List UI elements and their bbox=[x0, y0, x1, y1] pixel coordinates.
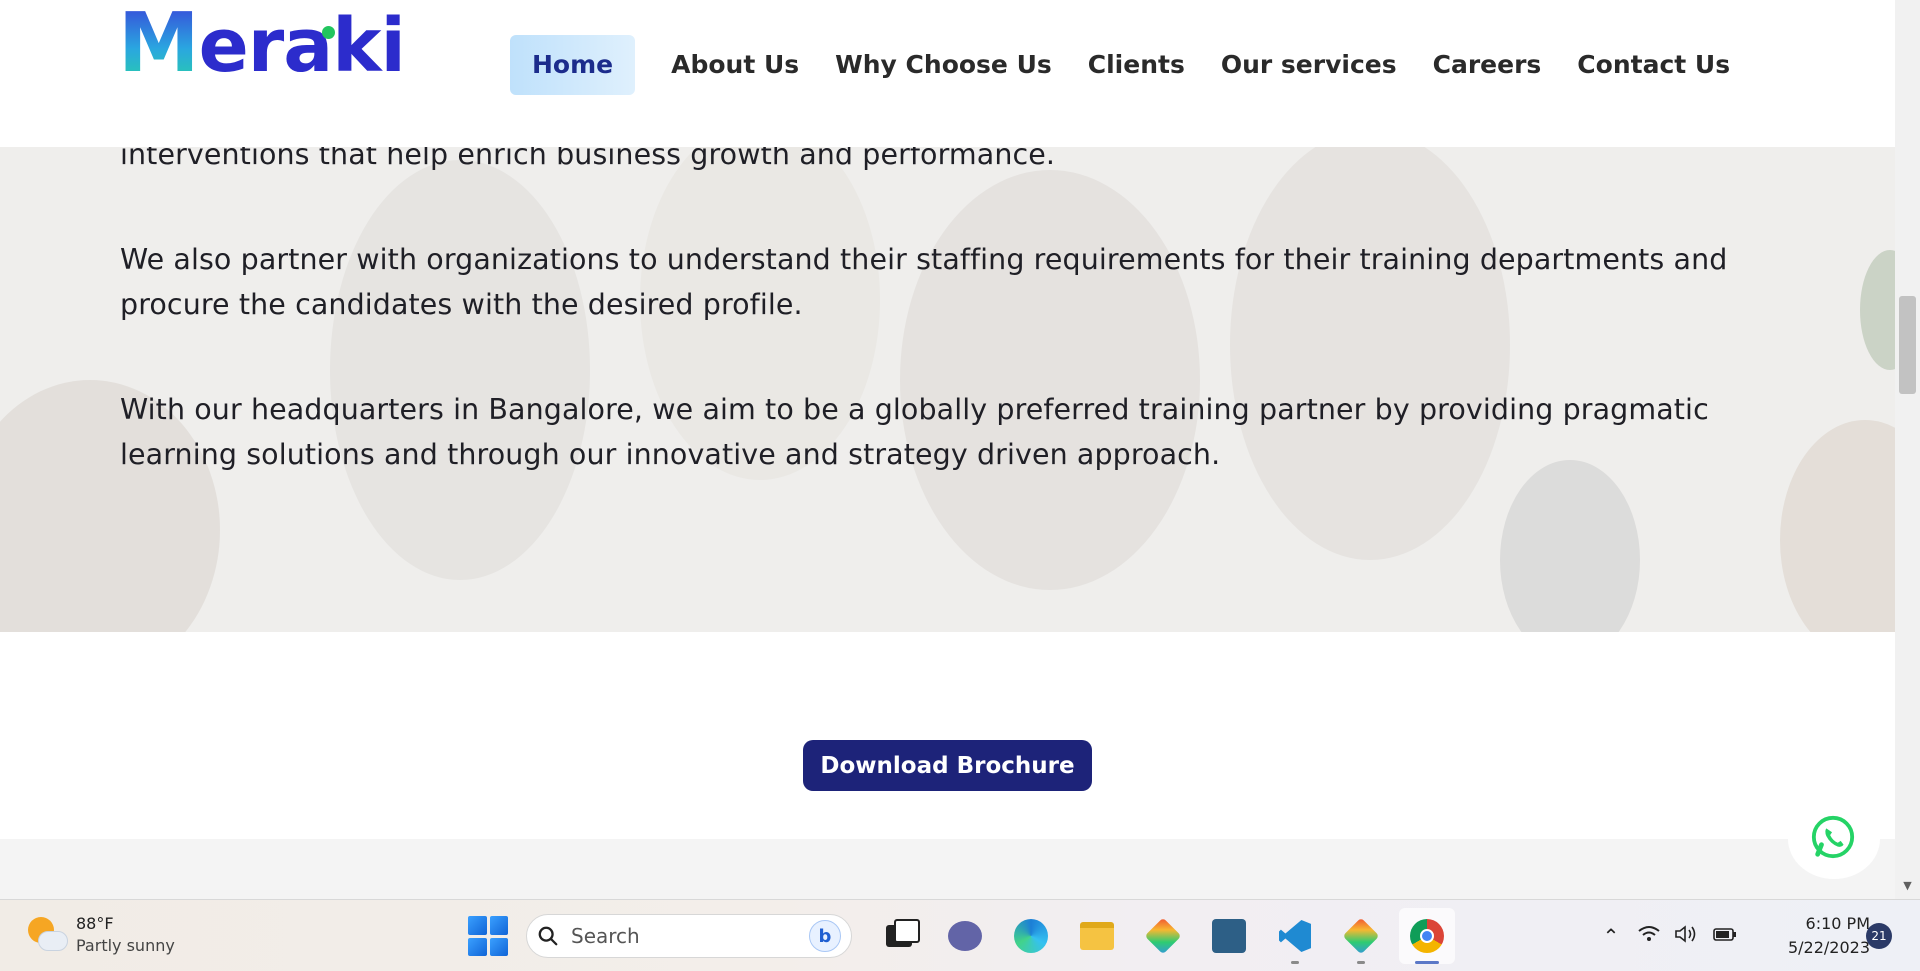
file-explorer-icon[interactable] bbox=[1069, 908, 1125, 964]
mysql-icon[interactable] bbox=[1201, 908, 1257, 964]
clock-date: 5/22/2023 bbox=[1787, 938, 1870, 957]
nav-clients[interactable]: Clients bbox=[1070, 35, 1203, 95]
search-placeholder: Search bbox=[571, 924, 640, 948]
volume-icon[interactable] bbox=[1668, 924, 1706, 949]
about-paragraph-2: We also partner with organizations to un… bbox=[120, 243, 1728, 321]
edge-icon[interactable] bbox=[1003, 908, 1059, 964]
active-indicator bbox=[1415, 961, 1439, 964]
git-app-icon[interactable] bbox=[1135, 908, 1191, 964]
nav-our-services[interactable]: Our services bbox=[1203, 35, 1415, 95]
about-text: We specialize in addressing the skills g… bbox=[120, 93, 1820, 537]
logo-dot-icon bbox=[322, 26, 335, 39]
logo-text: eraki bbox=[198, 3, 406, 89]
partly-sunny-icon bbox=[26, 915, 68, 955]
bg-plant bbox=[1860, 250, 1895, 370]
download-brochure-button[interactable]: Download Brochure bbox=[803, 740, 1092, 791]
logo-letter-m: M bbox=[118, 0, 200, 91]
footer-strip bbox=[0, 839, 1895, 899]
nav-contact-us[interactable]: Contact Us bbox=[1559, 35, 1748, 95]
notification-badge[interactable]: 21 bbox=[1866, 923, 1892, 949]
taskbar: 88°F Partly sunny Search b ⌃ 6:10 PM 5/2… bbox=[0, 899, 1920, 971]
nav-careers[interactable]: Careers bbox=[1415, 35, 1560, 95]
nav-home[interactable]: Home bbox=[510, 35, 636, 95]
brochure-section bbox=[0, 632, 1895, 839]
system-tray: ⌃ bbox=[1592, 914, 1744, 958]
scroll-down-icon[interactable]: ▼ bbox=[1900, 878, 1915, 893]
site-header: Meraki Home About Us Why Choose Us Clien… bbox=[0, 0, 1895, 147]
teams-chat-icon[interactable] bbox=[937, 908, 993, 964]
git-app-icon-2[interactable] bbox=[1333, 908, 1389, 964]
about-paragraph-3: With our headquarters in Bangalore, we a… bbox=[120, 393, 1709, 471]
running-indicator bbox=[1291, 961, 1299, 964]
battery-icon[interactable] bbox=[1706, 924, 1744, 949]
taskbar-apps: Search b bbox=[468, 908, 1460, 964]
chevron-up-icon[interactable]: ⌃ bbox=[1592, 924, 1630, 948]
main-nav: Home About Us Why Choose Us Clients Our … bbox=[510, 35, 1748, 95]
weather-widget[interactable]: 88°F Partly sunny bbox=[26, 913, 175, 957]
clock[interactable]: 6:10 PM 5/22/2023 bbox=[1760, 912, 1870, 960]
meraki-logo[interactable]: Meraki bbox=[118, 3, 406, 87]
bing-icon[interactable]: b bbox=[809, 920, 841, 952]
scrollbar-track[interactable] bbox=[1895, 0, 1920, 899]
running-indicator bbox=[1357, 961, 1365, 964]
whatsapp-icon[interactable] bbox=[1810, 814, 1856, 860]
nav-about-us[interactable]: About Us bbox=[653, 35, 817, 95]
search-icon bbox=[538, 926, 558, 946]
vscode-icon[interactable] bbox=[1267, 908, 1323, 964]
scrollbar-thumb[interactable] bbox=[1899, 296, 1916, 394]
wifi-icon[interactable] bbox=[1630, 924, 1668, 949]
browser-viewport: We specialize in addressing the skills g… bbox=[0, 0, 1895, 899]
weather-desc: Partly sunny bbox=[76, 936, 175, 955]
weather-temp: 88°F bbox=[76, 914, 114, 933]
task-view-icon[interactable] bbox=[871, 908, 927, 964]
nav-why-choose-us[interactable]: Why Choose Us bbox=[817, 35, 1070, 95]
clock-time: 6:10 PM bbox=[1805, 914, 1870, 933]
windows-start-icon[interactable] bbox=[468, 916, 508, 956]
taskbar-search[interactable]: Search b bbox=[526, 914, 852, 958]
chrome-icon[interactable] bbox=[1399, 908, 1455, 964]
